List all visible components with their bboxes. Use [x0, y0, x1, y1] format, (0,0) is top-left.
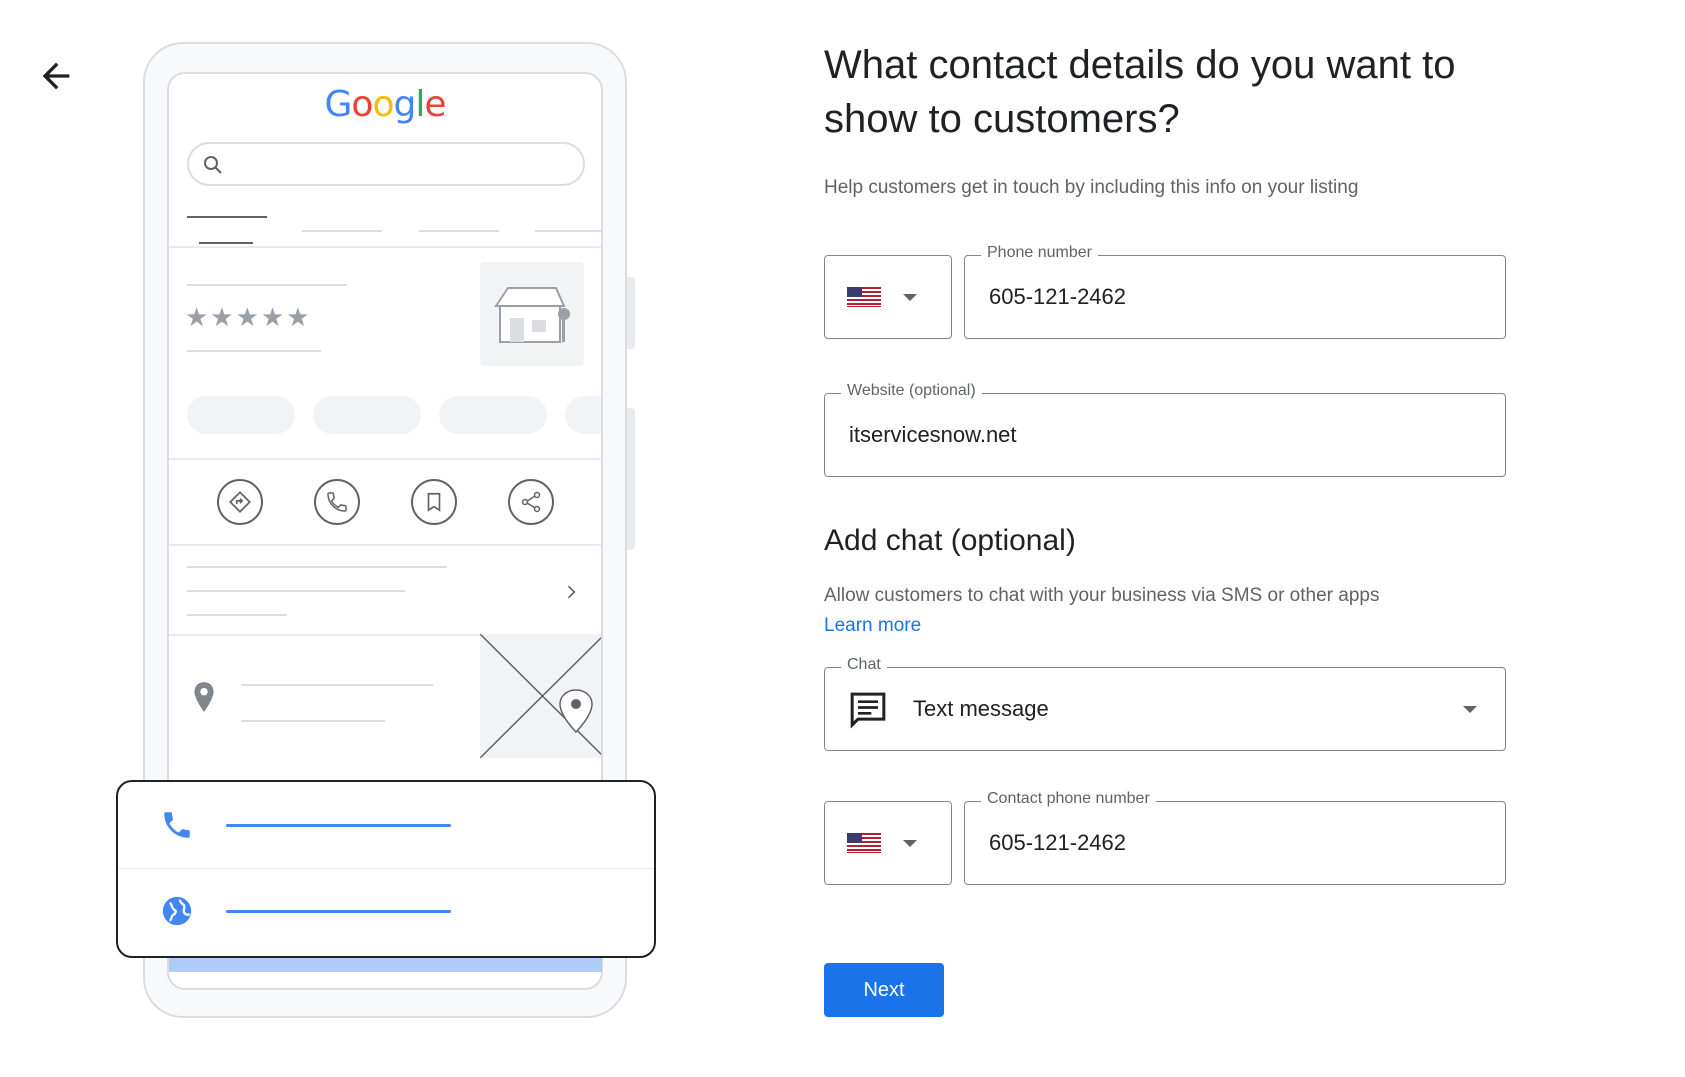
chevron-down-icon	[903, 293, 917, 301]
illustration-tab-line	[187, 216, 267, 218]
storefront-thumbnail	[480, 262, 584, 366]
page-title: What contact details do you want to show…	[824, 43, 1456, 141]
location-pin-icon	[191, 680, 217, 719]
illustration-text-line	[187, 566, 447, 568]
chat-select[interactable]: Chat Text message	[824, 656, 1506, 751]
illustration-chip	[187, 396, 295, 434]
illustration-chip	[439, 396, 547, 434]
directions-icon	[217, 479, 263, 525]
divider	[169, 246, 601, 248]
add-chat-description: Allow customers to chat with your busine…	[824, 585, 1380, 606]
illustration-text-line	[241, 720, 385, 722]
website-placeholder-line	[226, 910, 451, 913]
chevron-down-icon	[903, 839, 917, 847]
back-arrow-icon[interactable]	[36, 56, 76, 96]
illustration-text-line	[187, 614, 287, 616]
us-flag-icon	[847, 287, 881, 307]
divider	[169, 458, 601, 460]
globe-icon	[160, 894, 194, 933]
phone-icon	[160, 808, 194, 847]
illustration-tab-line	[535, 230, 601, 232]
call-icon	[314, 479, 360, 525]
country-code-select[interactable]	[824, 255, 952, 339]
illustration-text-line	[241, 684, 433, 686]
illustration-search-bar	[187, 142, 585, 186]
website-input[interactable]	[847, 394, 1395, 476]
share-icon	[508, 479, 554, 525]
phone-side-button	[627, 277, 635, 349]
chat-selected-value: Text message	[913, 696, 1049, 721]
phone-side-button	[627, 408, 635, 550]
phone-placeholder-line	[226, 824, 451, 827]
rating-stars: ★★★★★	[185, 302, 312, 332]
search-icon	[204, 156, 222, 174]
divider	[169, 544, 601, 546]
storefront-icon	[494, 287, 570, 343]
illustration-tab-line	[419, 230, 499, 232]
message-icon	[847, 690, 889, 735]
divider	[118, 868, 654, 869]
contact-phone-field[interactable]: Contact phone number	[964, 790, 1506, 885]
chevron-down-icon	[1463, 706, 1477, 713]
contact-country-code-select[interactable]	[824, 801, 952, 885]
contact-phone-input[interactable]	[987, 802, 1423, 884]
learn-more-link[interactable]: Learn more	[824, 615, 921, 637]
illustration-text-line	[187, 284, 347, 286]
illustration-chip	[565, 396, 601, 434]
phone-number-field[interactable]: Phone number	[964, 244, 1506, 339]
illustration-chip	[313, 396, 421, 434]
add-chat-heading: Add chat (optional)	[824, 524, 1076, 557]
contact-preview-card	[116, 780, 656, 958]
map-thumbnail	[479, 633, 601, 759]
page-subtitle: Help customers get in touch by including…	[824, 177, 1359, 198]
chat-label: Chat	[841, 656, 887, 674]
illustration-tab-line	[302, 230, 382, 232]
illustration-text-line	[187, 590, 405, 592]
google-logo: Google	[324, 84, 447, 125]
phone-number-input[interactable]	[987, 256, 1423, 338]
illustration-text-line	[187, 350, 321, 352]
card-shadow	[169, 958, 602, 972]
website-field[interactable]: Website (optional)	[824, 382, 1506, 477]
us-flag-icon	[847, 833, 881, 853]
illustration-tab-underline	[199, 242, 253, 244]
next-button[interactable]: Next	[824, 963, 944, 1017]
chevron-right-icon	[561, 582, 581, 607]
bookmark-icon	[411, 479, 457, 525]
